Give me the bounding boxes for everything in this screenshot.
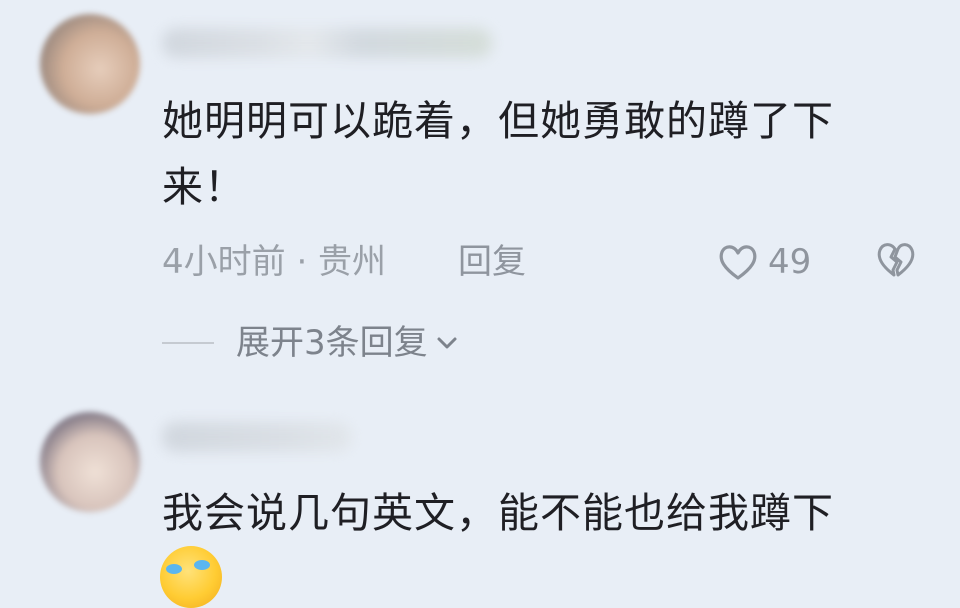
comment-meta: 4小时前 · 贵州: [162, 242, 387, 282]
tear-shape: [166, 564, 182, 574]
comment-item: 她明明可以跪着，但她勇敢的蹲了下 来！ 4小时前 · 贵州 回复 49 展开3条…: [0, 0, 960, 400]
avatar[interactable]: [40, 412, 140, 512]
heart-outline-icon: [719, 245, 757, 280]
expand-replies-label: 展开3条回复: [236, 323, 428, 363]
comment-text: 我会说几句英文，能不能也给我蹲下: [162, 480, 922, 546]
comment-text: 她明明可以跪着，但她勇敢的蹲了下 来！: [162, 88, 922, 220]
comment-text-line: 来！: [162, 163, 246, 211]
reply-button[interactable]: 回复: [458, 238, 526, 286]
crying-laughing-emoji: [160, 546, 222, 608]
chevron-down-icon: [437, 337, 457, 349]
tear-shape: [194, 560, 210, 570]
broken-heart-icon: [877, 243, 915, 277]
username-blurred[interactable]: [162, 422, 352, 452]
avatar[interactable]: [40, 14, 140, 114]
like-count: 49: [768, 242, 812, 282]
like-button[interactable]: 49: [716, 238, 811, 286]
comment-text-line: 她明明可以跪着，但她勇敢的蹲了下: [162, 97, 834, 145]
dislike-button[interactable]: [874, 240, 918, 280]
username-blurred[interactable]: [162, 28, 492, 58]
expand-replies[interactable]: 展开3条回复: [162, 318, 460, 368]
divider: [162, 342, 214, 344]
comment-text-line: 我会说几句英文，能不能也给我蹲下: [162, 489, 834, 537]
